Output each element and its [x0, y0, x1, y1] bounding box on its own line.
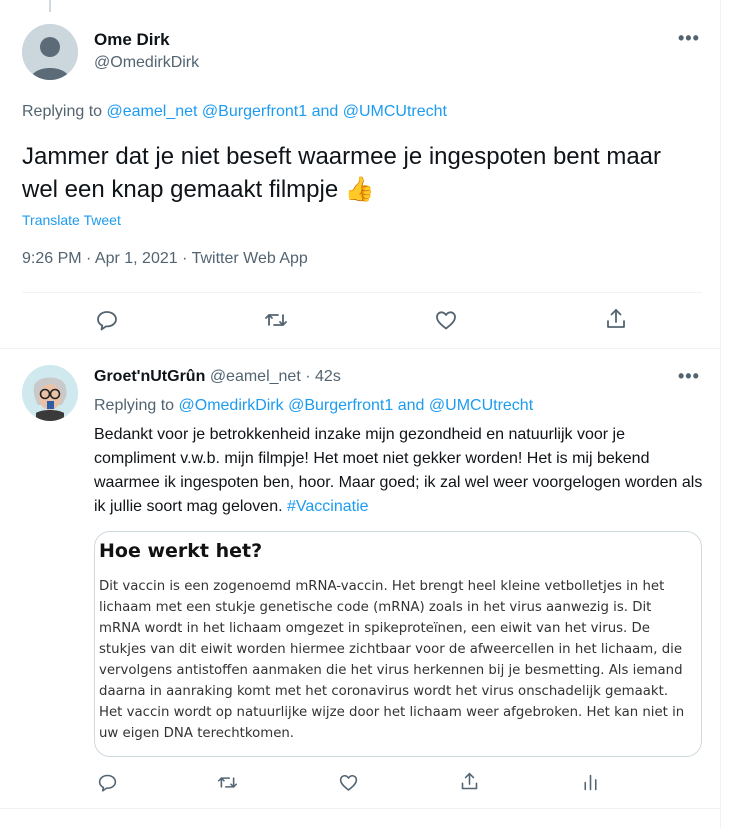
mention-link[interactable]: @Burgerfront1: [288, 397, 393, 414]
reply-icon: [97, 311, 117, 331]
mention-link[interactable]: @Burgerfront1: [202, 103, 307, 120]
tweet-text-body: Jammer dat je niet beseft waarmee je ing…: [22, 143, 662, 203]
tweet-text-body: Bedankt voor je betrokkenheid inzake mij…: [94, 426, 703, 515]
display-name[interactable]: Ome Dirk: [94, 30, 170, 50]
replying-and: and: [397, 397, 425, 414]
more-icon[interactable]: •••: [678, 28, 700, 49]
hashtag-link[interactable]: #Vaccinatie: [287, 498, 369, 515]
replying-and: and: [311, 103, 339, 120]
like-button[interactable]: [335, 769, 361, 795]
analytics-icon: [583, 774, 597, 790]
analytics-button[interactable]: [577, 769, 603, 795]
card-title: Hoe werkt het?: [99, 540, 263, 562]
mention-link[interactable]: @eamel_net: [107, 103, 198, 120]
reply-button[interactable]: [94, 307, 120, 333]
mention-link[interactable]: @UMCUtrecht: [343, 103, 447, 120]
divider: [0, 348, 720, 349]
share-button[interactable]: [456, 768, 482, 794]
share-icon: [461, 772, 477, 789]
more-icon[interactable]: •••: [678, 366, 700, 387]
card-body-text: Dit vaccin is een zogenoemd mRNA-vaccin.…: [99, 579, 685, 741]
replying-prefix: Replying to: [22, 103, 103, 120]
retweet-icon: [265, 314, 287, 326]
mention-link[interactable]: @OmedirkDirk: [179, 397, 284, 414]
replying-to: Replying to @eamel_net @Burgerfront1 and…: [22, 103, 447, 121]
retweet-button[interactable]: [214, 769, 240, 795]
default-avatar-icon: [22, 24, 78, 80]
user-handle[interactable]: @eamel_net: [210, 368, 301, 385]
like-button[interactable]: [433, 307, 459, 333]
tweet-text: Bedankt voor je betrokkenheid inzake mij…: [94, 423, 704, 519]
retweet-button[interactable]: [263, 307, 289, 333]
translate-tweet-link[interactable]: Translate Tweet: [22, 212, 121, 228]
tweet-text: Jammer dat je niet beseft waarmee je ing…: [22, 140, 702, 206]
share-button[interactable]: [603, 306, 629, 332]
attached-image-card[interactable]: Hoe werkt het? Dit vaccin is een zogenoe…: [94, 531, 702, 757]
divider: [0, 808, 720, 809]
tweet-thread: Ome Dirk @OmedirkDirk ••• Replying to @e…: [0, 0, 721, 828]
header-separator: ·: [305, 368, 311, 385]
reply-header: Groet'nUtGrûn @eamel_net · 42s: [94, 368, 341, 386]
share-icon: [607, 309, 625, 328]
reply-icon: [98, 774, 116, 792]
divider: [22, 292, 702, 293]
replying-prefix: Replying to: [94, 397, 175, 414]
user-handle[interactable]: @OmedirkDirk: [94, 54, 199, 72]
heart-icon: [436, 311, 456, 330]
avatar-image: [22, 365, 78, 421]
thread-connector-line: [49, 0, 51, 12]
retweet-icon: [217, 776, 237, 788]
avatar[interactable]: [22, 365, 78, 421]
tweet-timestamp[interactable]: 9:26 PM · Apr 1, 2021 · Twitter Web App: [22, 250, 308, 268]
tweet-time-ago[interactable]: 42s: [315, 368, 341, 385]
heart-icon: [339, 774, 357, 791]
thumbs-up-emoji: 👍: [344, 176, 375, 203]
mention-link[interactable]: @UMCUtrecht: [429, 397, 533, 414]
display-name[interactable]: Groet'nUtGrûn: [94, 368, 205, 385]
reply-button[interactable]: [94, 769, 120, 795]
replying-to: Replying to @OmedirkDirk @Burgerfront1 a…: [94, 397, 533, 415]
avatar[interactable]: [22, 24, 78, 80]
